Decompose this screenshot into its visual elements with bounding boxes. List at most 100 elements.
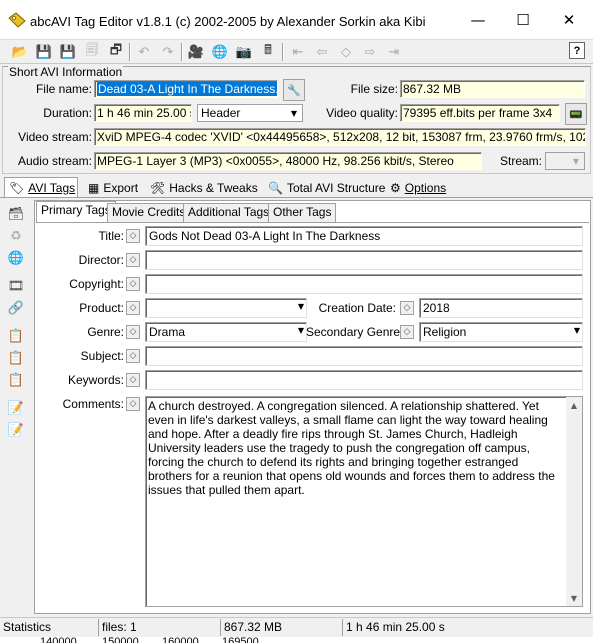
subject-label: Subject: [80,349,124,363]
tab-options[interactable]: ⚙ Options [386,178,450,198]
creation-date-link-icon[interactable]: ◇ [400,301,414,315]
tab-movie-credits[interactable]: Movie Credits [107,203,191,222]
close-button[interactable]: ✕ [546,0,592,40]
comments-scrollbar[interactable]: ▲ ▼ [566,397,582,606]
video-stream-field[interactable]: XviD MPEG-4 codec 'XVID' <0x44495658>, 5… [94,128,586,146]
tab-total-avi-structure[interactable]: 🔍 Total AVI Structure [264,178,389,198]
chevron-down-icon: ▼ [297,326,304,335]
open-icon[interactable]: 📂 [10,42,30,62]
chevron-down-icon: ▼ [297,302,304,311]
chevron-down-icon: ▼ [572,156,580,166]
notes-all-icon[interactable]: 📝 [7,421,25,439]
save-as-icon[interactable]: 💾 [34,42,54,62]
product-select[interactable]: ▼ [145,298,307,318]
maximize-button[interactable]: ☐ [500,0,546,40]
copyright-link-icon[interactable]: ◇ [126,277,140,291]
paste-icon[interactable]: 📋 [7,349,25,367]
stream-select[interactable]: ▼ [545,152,585,170]
short-info-legend: Short AVI Information [8,65,124,79]
magnifier-icon: 🔍 [268,181,283,195]
chevron-down-icon: ▼ [573,326,580,335]
product-label: Product: [79,301,124,315]
file-size-label: File size: [350,82,398,96]
video-quality-label: Video quality: [326,106,398,120]
duration-field[interactable]: 1 h 46 min 25.00 s [94,104,192,122]
paste-all-icon[interactable]: 📋 [7,371,25,389]
link-icon[interactable]: 🔗 [7,299,25,317]
undo-icon[interactable]: ↶ [134,42,154,62]
tag-edit-icon[interactable]: 🗃 [7,205,25,223]
tab-avi-tags[interactable]: 🏷 AVI Tags [4,177,78,198]
video-quality-field[interactable]: 79395 eff.bits per frame 3x4 [400,104,560,122]
table-icon: ▦ [88,181,100,195]
minimize-button[interactable]: — [455,0,501,40]
first-icon[interactable]: ⇤ [288,42,308,62]
title-input[interactable]: Gods Not Dead 03-A Light In The Darkness [145,226,583,246]
subject-input[interactable] [145,346,583,366]
tools-icon: 🛠 [150,181,166,195]
scroll-down-icon[interactable]: ▼ [566,590,582,606]
tab-primary-tags[interactable]: Primary Tags [36,201,116,223]
window-title: abcAVI Tag Editor v1.8.1 (c) 2002-2005 b… [30,14,426,29]
copyright-input[interactable] [145,274,583,294]
tab-additional-tags[interactable]: Additional Tags [183,203,275,222]
secondary-genre-select[interactable]: Religion ▼ [419,322,583,342]
prev-icon[interactable]: ⇦ [312,42,332,62]
toolbar: 📂 💾 💾 🗐 🗗 ↶ ↷ 🎥 🌐 📷 🖩 ⇤ ⇦ ◇ ⇨ ⇥ [0,40,593,64]
stream-label: Stream: [499,154,542,168]
file-name-label: File name: [35,82,92,96]
film-strip-icon[interactable]: 🎞 [7,277,25,295]
video-stream-label: Video stream: [18,130,92,144]
scroll-up-icon[interactable]: ▲ [566,397,582,413]
director-link-icon[interactable]: ◇ [126,253,140,267]
export-icon[interactable]: 🗗 [106,42,126,62]
keywords-link-icon[interactable]: ◇ [126,373,140,387]
file-size-field[interactable]: 867.32 MB [400,80,585,98]
refresh-icon[interactable]: ♻ [7,227,25,245]
tab-other-tags[interactable]: Other Tags [268,203,337,222]
director-input[interactable] [145,250,583,270]
globe-icon[interactable]: 🌐 [210,42,230,62]
header-select[interactable]: Header ▼ [197,104,303,122]
redo-icon[interactable]: ↷ [158,42,178,62]
genre-select[interactable]: Drama ▼ [145,322,307,342]
film-icon[interactable]: 🎥 [186,42,206,62]
help-button[interactable]: ? [569,42,585,59]
creation-date-label: Creation Date: [318,301,396,315]
capture-icon[interactable]: 📷 [234,42,254,62]
globe-tag-icon[interactable]: 🌐 [7,249,25,267]
tag-icon: 🏷 [9,181,25,195]
subject-link-icon[interactable]: ◇ [126,349,140,363]
video-quality-icon[interactable]: 📟 [565,103,587,125]
audio-stream-field[interactable]: MPEG-1 Layer 3 (MP3) <0x0055>, 48000 Hz,… [94,152,482,170]
background-ruler: 140000 150000 160000 169500 [0,637,593,643]
app-tag-icon [8,12,26,28]
calculator-icon[interactable]: 🖩 [258,42,278,62]
comments-link-icon[interactable]: ◇ [126,397,140,411]
genre-label: Genre: [87,325,124,339]
duration-label: Duration: [43,106,92,120]
creation-date-input[interactable]: 2018 [419,298,583,318]
genre-link-icon[interactable]: ◇ [126,325,140,339]
home-icon[interactable]: ◇ [336,42,356,62]
copy-icon[interactable]: 📋 [7,327,25,345]
next-icon[interactable]: ⇨ [360,42,380,62]
comments-textarea[interactable]: A church destroyed. A congregation silen… [145,396,583,607]
save-icon[interactable]: 💾 [58,42,78,62]
notes-icon[interactable]: 📝 [7,399,25,417]
last-icon[interactable]: ⇥ [384,42,404,62]
audio-stream-label: Audio stream: [17,154,92,168]
save-all-icon[interactable]: 🗐 [82,42,102,62]
copyright-label: Copyright: [69,277,124,291]
file-info-icon[interactable]: 🔧 [283,79,305,101]
status-files: files: 1 [98,619,220,636]
product-link-icon[interactable]: ◇ [126,301,140,315]
tab-hacks-tweaks[interactable]: 🛠 Hacks & Tweaks [146,178,262,198]
tab-export[interactable]: ▦ Export [84,178,142,198]
title-label: Title: [98,229,124,243]
keywords-input[interactable] [145,370,583,390]
comments-label: Comments: [62,397,124,411]
file-name-field[interactable]: Dead 03-A Light In The Darkness.avi [94,80,278,98]
title-link-icon[interactable]: ◇ [126,229,140,243]
secondary-genre-link-icon[interactable]: ◇ [400,325,414,339]
